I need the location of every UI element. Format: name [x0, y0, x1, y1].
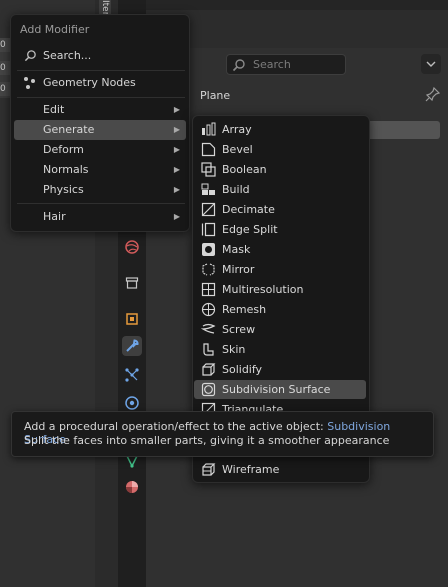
menu-item-label: Geometry Nodes: [43, 76, 136, 89]
submenu-item-solidify[interactable]: Solidify: [194, 360, 366, 379]
menu-item-hair[interactable]: Hair ▶: [14, 207, 186, 227]
menu-item-normals[interactable]: Normals ▶: [14, 160, 186, 180]
chevron-right-icon: ▶: [173, 212, 180, 221]
solidify-icon: [201, 362, 216, 377]
chevron-down-icon: [426, 61, 436, 67]
mirror-icon: [201, 262, 216, 277]
object-name: Plane: [200, 89, 231, 102]
submenu-item-mask[interactable]: Mask: [194, 240, 366, 259]
menu-item-deform[interactable]: Deform ▶: [14, 140, 186, 160]
value-field[interactable]: 0: [0, 61, 10, 75]
submenu-item-label: Multiresolution: [222, 283, 304, 296]
submenu-item-label: Remesh: [222, 303, 267, 316]
submenu-item-multiresolution[interactable]: Multiresolution: [194, 280, 366, 299]
submenu-item-label: Wireframe: [222, 463, 280, 476]
menu-divider: [17, 97, 185, 98]
mask-icon: [201, 242, 216, 257]
menu-title: Add Modifier: [20, 23, 90, 36]
menu-item-label: Deform: [43, 143, 84, 156]
menu-divider: [17, 70, 185, 71]
value-field[interactable]: 0: [0, 38, 10, 52]
subdivision-surface-icon: [201, 382, 216, 397]
submenu-item-label: Mirror: [222, 263, 255, 276]
menu-divider: [17, 203, 185, 204]
menu-search-item[interactable]: Search...: [14, 46, 186, 66]
chevron-right-icon: ▶: [173, 105, 180, 114]
properties-field[interactable]: [366, 121, 440, 139]
menu-item-physics[interactable]: Physics ▶: [14, 180, 186, 200]
menu-item-edit[interactable]: Edit ▶: [14, 100, 186, 120]
properties-search-input[interactable]: Search: [226, 54, 346, 75]
add-modifier-menu: Add Modifier Search... Geometry Nodes Ed…: [10, 14, 190, 232]
submenu-item-skin[interactable]: Skin: [194, 340, 366, 359]
remesh-icon: [201, 302, 216, 317]
submenu-item-bevel[interactable]: Bevel: [194, 140, 366, 159]
multiresolution-icon: [201, 282, 216, 297]
submenu-item-screw[interactable]: Screw: [194, 320, 366, 339]
world-tab-icon[interactable]: [122, 237, 142, 257]
edge-split-icon: [201, 222, 216, 237]
decimate-icon: [201, 202, 216, 217]
chevron-right-icon: ▶: [173, 145, 180, 154]
value-field[interactable]: 0: [0, 82, 10, 96]
submenu-item-label: Decimate: [222, 203, 275, 216]
search-icon: [24, 49, 37, 69]
menu-item-label: Normals: [43, 163, 89, 176]
menu-item-label: Hair: [43, 210, 66, 223]
submenu-item-wireframe[interactable]: Wireframe: [194, 460, 366, 479]
submenu-item-label: Screw: [222, 323, 256, 336]
menu-item-label: Edit: [43, 103, 65, 116]
physics-tab-icon[interactable]: [122, 393, 142, 413]
tooltip-description: Split the faces into smaller parts, givi…: [24, 434, 390, 447]
submenu-item-label: Skin: [222, 343, 246, 356]
submenu-item-mirror[interactable]: Mirror: [194, 260, 366, 279]
chevron-right-icon: ▶: [173, 125, 180, 134]
submenu-item-array[interactable]: Array: [194, 120, 366, 139]
submenu-item-label: Edge Split: [222, 223, 278, 236]
material-tab-icon[interactable]: [122, 477, 142, 497]
chevron-right-icon: ▶: [173, 185, 180, 194]
tooltip: Add a procedural operation/effect to the…: [11, 411, 434, 457]
left-value-strip: 0 0 0: [0, 38, 10, 98]
submenu-item-label: Bevel: [222, 143, 253, 156]
tooltip-prefix: Add a procedural operation/effect to the…: [24, 420, 328, 433]
submenu-item-build[interactable]: Build: [194, 180, 366, 199]
bevel-icon: [201, 142, 216, 157]
chevron-right-icon: ▶: [173, 165, 180, 174]
submenu-item-label: Subdivision Surface: [222, 383, 331, 396]
array-icon: [201, 122, 216, 137]
screw-icon: [200, 322, 216, 337]
submenu-item-label: Build: [222, 183, 250, 196]
collection-tab-icon[interactable]: [122, 273, 142, 293]
search-placeholder: Search: [253, 58, 291, 71]
submenu-item-subdivision-surface[interactable]: Subdivision Surface: [194, 380, 366, 399]
boolean-icon: [201, 162, 216, 177]
menu-item-geometry-nodes[interactable]: Geometry Nodes: [14, 73, 186, 93]
menu-item-label: Generate: [43, 123, 95, 136]
geometry-nodes-icon: [23, 76, 37, 97]
search-icon: [232, 58, 246, 75]
submenu-item-boolean[interactable]: Boolean: [194, 160, 366, 179]
menu-item-generate[interactable]: Generate ▶: [14, 120, 186, 140]
object-tab-icon[interactable]: [122, 309, 142, 329]
submenu-item-edge-split[interactable]: Edge Split: [194, 220, 366, 239]
skin-icon: [201, 342, 216, 357]
submenu-item-label: Array: [222, 123, 252, 136]
build-icon: [201, 182, 216, 197]
top-bar: [146, 0, 448, 10]
display-options-button[interactable]: [421, 54, 441, 74]
submenu-item-decimate[interactable]: Decimate: [194, 200, 366, 219]
submenu-item-label: Boolean: [222, 163, 267, 176]
submenu-item-label: Solidify: [222, 363, 263, 376]
menu-search-label: Search...: [43, 49, 92, 62]
wireframe-icon: [201, 462, 216, 477]
modifier-tab-icon[interactable]: [122, 336, 142, 356]
pin-icon[interactable]: [425, 86, 441, 105]
submenu-item-label: Mask: [222, 243, 251, 256]
submenu-item-remesh[interactable]: Remesh: [194, 300, 366, 319]
menu-item-label: Physics: [43, 183, 84, 196]
particles-tab-icon[interactable]: [122, 365, 142, 385]
